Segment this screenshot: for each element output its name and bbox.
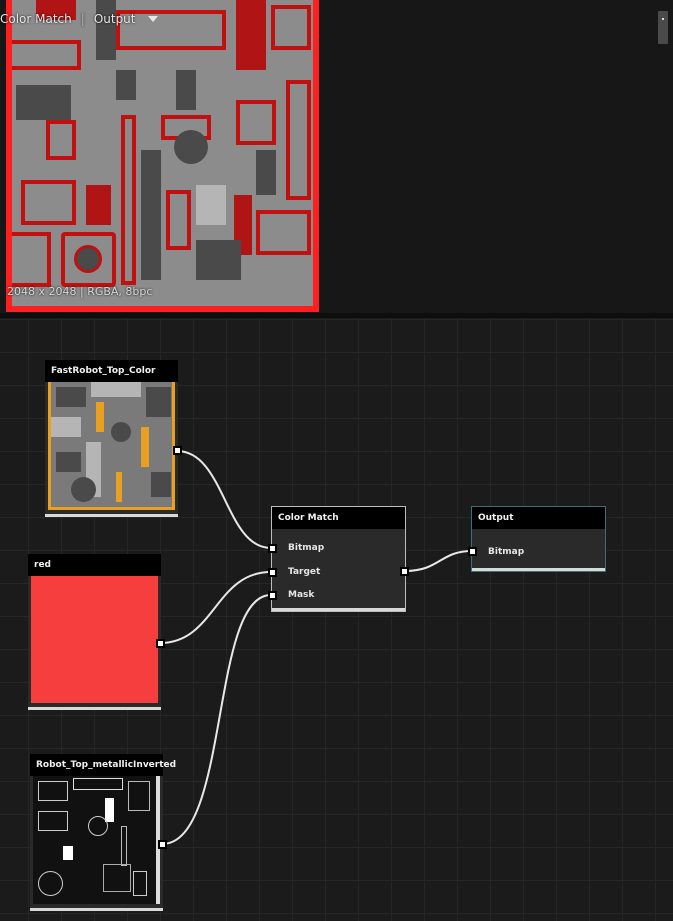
texture-thumbnail: [33, 776, 160, 904]
color-swatch: [31, 576, 158, 703]
node-footer: [30, 908, 163, 911]
chevron-down-icon[interactable]: [147, 16, 158, 22]
node-title: red: [28, 554, 161, 576]
node-output[interactable]: Output Bitmap: [468, 506, 606, 572]
node-title: Color Match: [272, 507, 405, 529]
input-port-bitmap[interactable]: [268, 544, 277, 553]
input-port-target[interactable]: [268, 568, 277, 577]
node-title: FastRobot_Top_Color: [45, 360, 178, 382]
output-port[interactable]: [158, 840, 167, 849]
input-label-bitmap: Bitmap: [288, 543, 325, 553]
preview-image[interactable]: [6, 0, 319, 312]
input-port-mask[interactable]: [268, 591, 277, 600]
node-footer: [472, 568, 605, 571]
node-color-match[interactable]: Color Match Bitmap Target Mask: [268, 506, 409, 612]
input-label-target: Target: [288, 567, 321, 577]
preview-header: Color Match | Output: [0, 8, 158, 30]
input-port-bitmap[interactable]: [468, 547, 477, 556]
node-title: Robot_Top_metallicInverted: [30, 754, 176, 776]
node-title: Output: [472, 507, 605, 529]
texture-thumbnail: [48, 382, 175, 510]
node-red[interactable]: red: [28, 554, 165, 710]
image-info: 2048 x 2048 | RGBA, 8bpc: [7, 285, 153, 298]
scrollbar-handle[interactable]: [658, 11, 668, 44]
output-selector[interactable]: Output: [94, 12, 136, 26]
input-label-mask: Mask: [288, 590, 315, 600]
output-port[interactable]: [173, 446, 182, 455]
node-fastrobot-top-color[interactable]: FastRobot_Top_Color: [45, 360, 182, 517]
node-robot-top-metallic-inverted[interactable]: Robot_Top_metallicInverted: [30, 754, 176, 911]
output-port[interactable]: [156, 639, 165, 648]
preview-panel: Color Match | Output 2048 x 2048 | RGBA,…: [0, 0, 673, 313]
header-separator: |: [80, 12, 85, 26]
output-port[interactable]: [400, 567, 409, 576]
node-footer: [28, 707, 161, 710]
node-footer: [272, 608, 405, 611]
preview-node-name: Color Match: [0, 12, 72, 26]
node-footer: [45, 514, 178, 517]
input-label-bitmap: Bitmap: [488, 547, 525, 557]
